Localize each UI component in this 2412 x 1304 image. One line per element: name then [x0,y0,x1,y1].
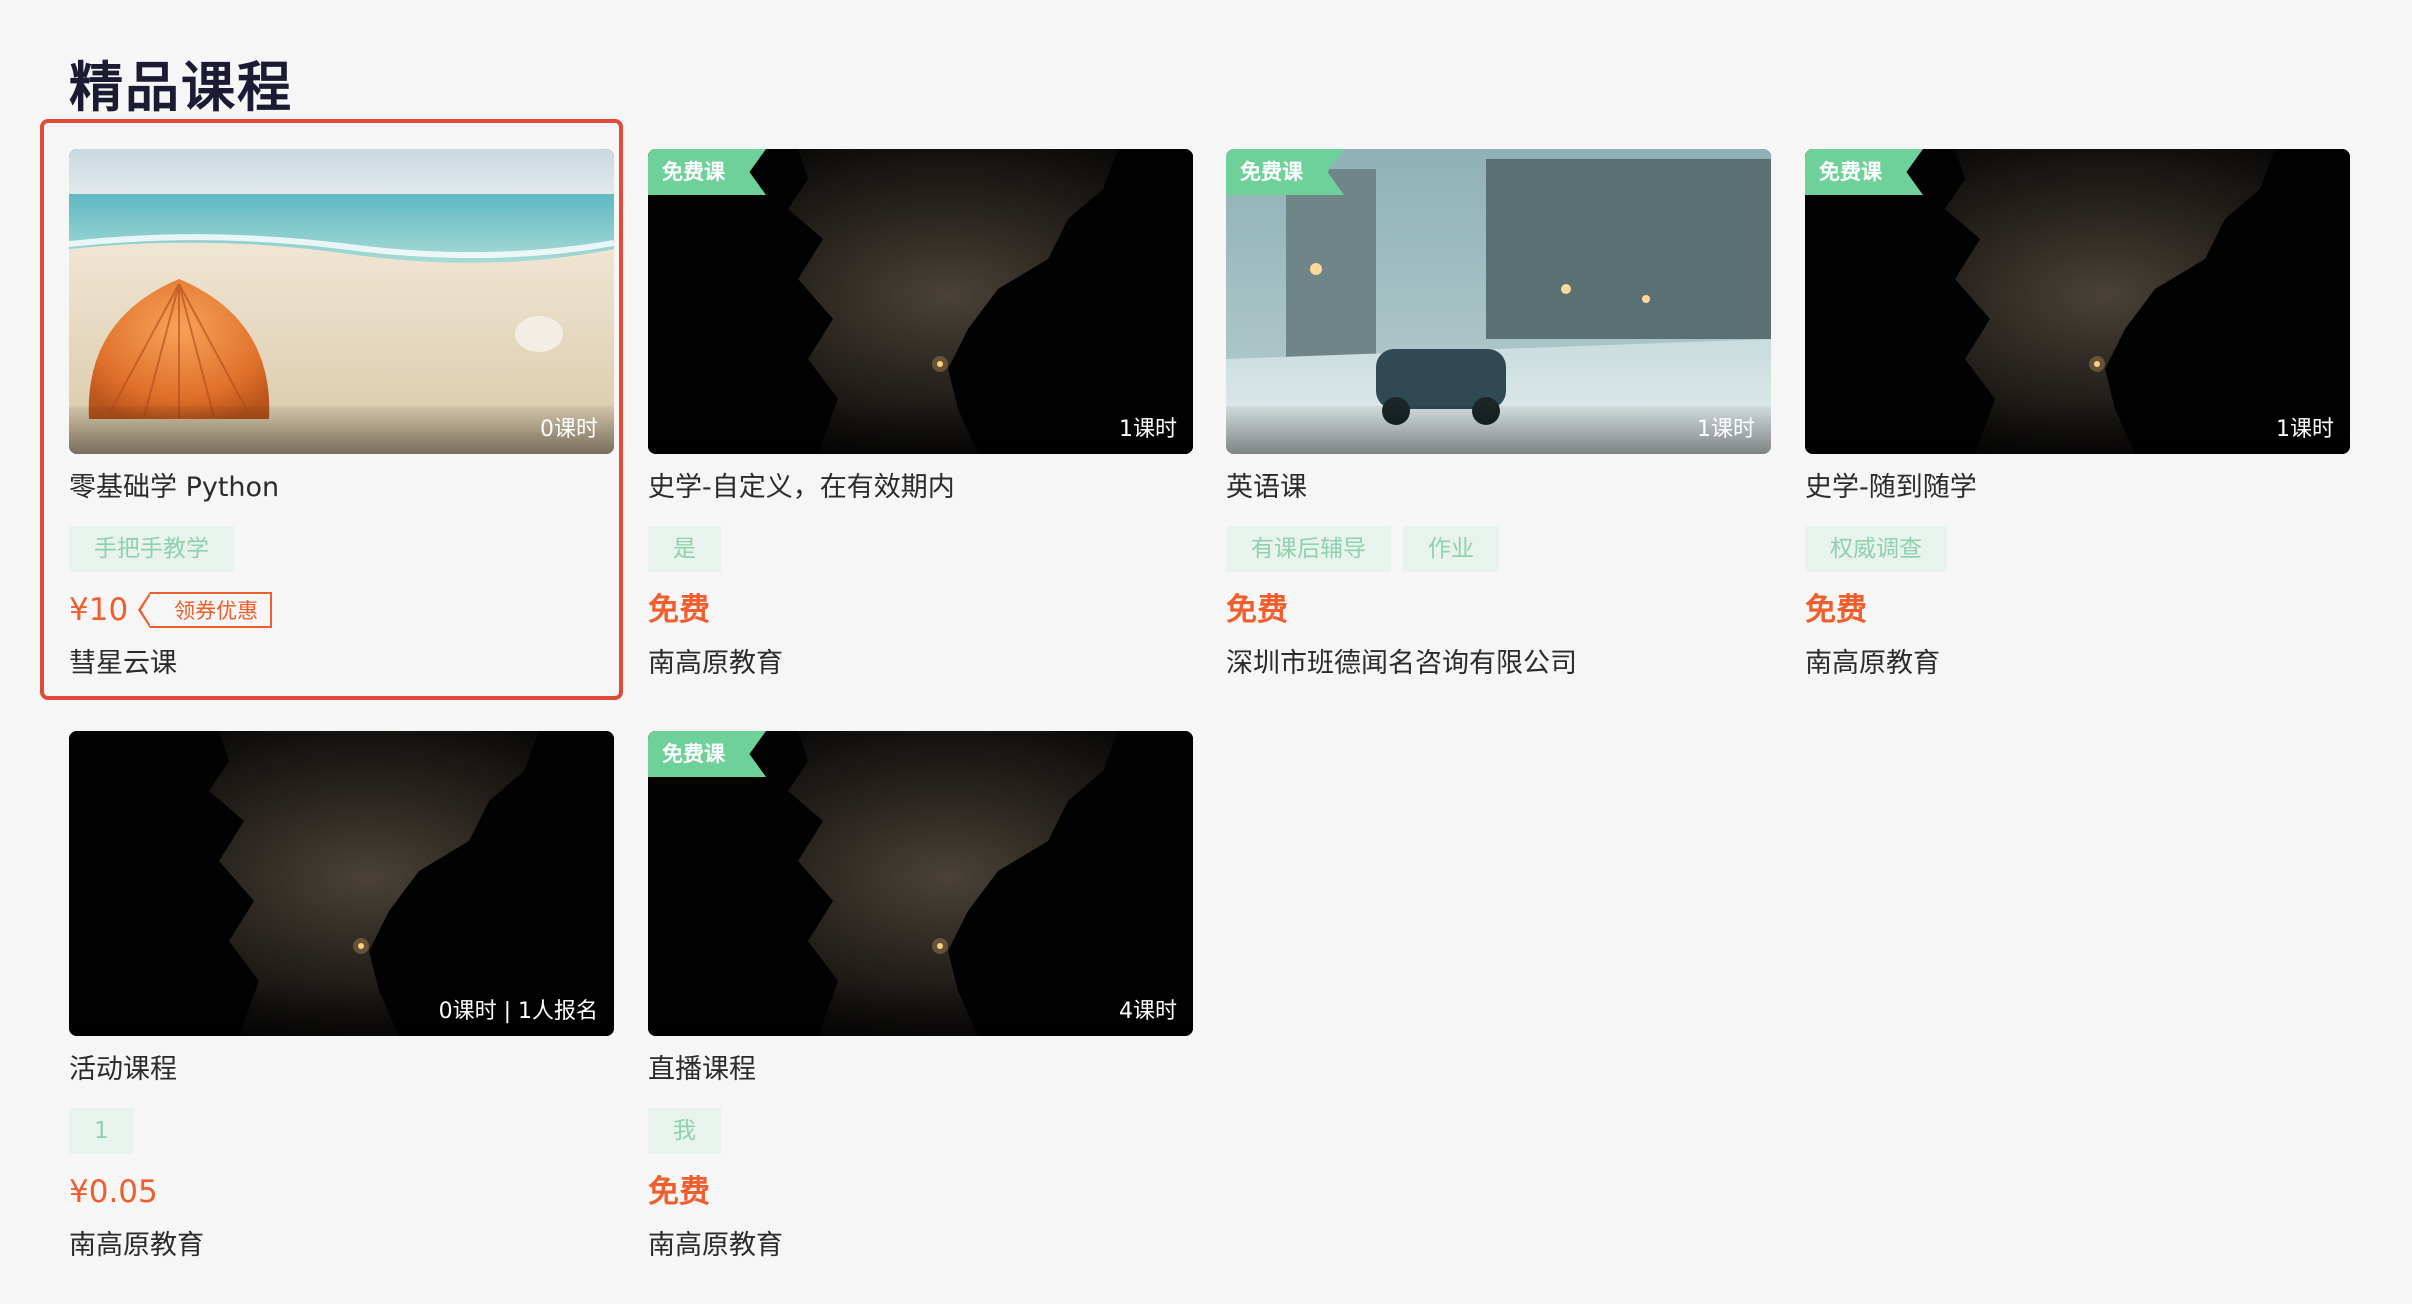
course-cover[interactable]: 4课时 免费课 [648,731,1193,1036]
lesson-count: 1课时 [1697,417,1755,442]
free-course-badge: 免费课 [648,731,766,777]
course-tag: 有课后辅导 [1226,526,1391,572]
course-tags: 手把手教学 [69,526,614,572]
free-course-badge: 免费课 [1805,149,1923,195]
course-card[interactable]: 0课时零基础学 Python 手把手教学 ¥10 领券优惠彗星云课 [40,119,623,700]
price-row: ¥10 领券优惠 [69,588,614,632]
course-provider: 南高原教育 [648,648,783,679]
course-price: 免费 [1226,592,1288,628]
course-title[interactable]: 英语课 [1226,470,1771,506]
coupon-tag[interactable]: 领券优惠 [138,592,273,628]
course-price: ¥10 [69,592,129,628]
course-tags: 是 [648,526,1193,572]
lesson-count: 0课时 | 1人报名 [438,999,598,1024]
course-tag: 作业 [1403,526,1499,572]
cover-footer-overlay [1805,406,2350,454]
lesson-count: 1课时 [2276,417,2334,442]
course-tags: 1 [69,1108,614,1154]
course-card[interactable]: 0课时 | 1人报名活动课程 1 ¥0.05 南高原教育 [69,731,614,1264]
course-tags: 我 [648,1108,1193,1154]
course-tags: 权威调查 [1805,526,2350,572]
cover-footer-overlay [69,406,614,454]
course-title[interactable]: 直播课程 [648,1052,1193,1088]
lesson-count: 4课时 [1119,999,1177,1024]
price-row: 免费 [1805,588,2350,632]
course-provider: 彗星云课 [69,648,177,679]
course-tag: 手把手教学 [69,526,234,572]
course-provider: 深圳市班德闻名咨询有限公司 [1226,648,1577,679]
price-row: 免费 [648,1170,1193,1214]
course-card[interactable]: 4课时 免费课直播课程我免费南高原教育 [648,731,1193,1264]
course-provider: 南高原教育 [1805,648,1940,679]
course-cover[interactable]: 1课时 免费课 [648,149,1193,454]
free-course-badge: 免费课 [1226,149,1344,195]
course-title[interactable]: 零基础学 Python [69,470,614,506]
course-tag: 是 [648,526,721,572]
lesson-count: 0课时 [540,417,598,442]
course-tag: 我 [648,1108,721,1154]
course-cover[interactable]: 0课时 | 1人报名 [69,731,614,1036]
course-tags: 有课后辅导 作业 [1226,526,1771,572]
cover-footer-overlay [648,406,1193,454]
price-row: 免费 [1226,588,1771,632]
cover-footer-overlay [1226,406,1771,454]
course-cover[interactable]: 0课时 [69,149,614,454]
course-tag: 权威调查 [1805,526,1947,572]
course-card[interactable]: 1课时 免费课史学-自定义，在有效期内是免费南高原教育 [648,149,1193,682]
course-cover[interactable]: 1课时 免费课 [1226,149,1771,454]
course-card[interactable]: 1课时 免费课英语课有课后辅导 作业免费深圳市班德闻名咨询有限公司 [1226,149,1771,682]
price-row: ¥0.05 [69,1170,614,1214]
course-tag: 1 [69,1108,134,1154]
course-price: ¥0.05 [69,1174,158,1210]
course-price: 免费 [648,592,710,628]
course-cover[interactable]: 1课时 免费课 [1805,149,2350,454]
course-title[interactable]: 史学-随到随学 [1805,470,2350,506]
course-provider: 南高原教育 [69,1230,204,1261]
section-title: 精品课程 [69,56,293,119]
course-price: 免费 [1805,592,1867,628]
course-title[interactable]: 活动课程 [69,1052,614,1088]
page: 精品课程 0课时 零基础学 Python 手把手教学 ¥10 领券优惠 彗星云课 1课时 免费… [0,0,2412,1304]
course-title[interactable]: 史学-自定义，在有效期内 [648,470,1193,506]
course-provider: 南高原教育 [648,1230,783,1261]
price-row: 免费 [648,588,1193,632]
lesson-count: 1课时 [1119,417,1177,442]
free-course-badge: 免费课 [648,149,766,195]
cover-footer-overlay [648,988,1193,1036]
course-card[interactable]: 1课时 免费课史学-随到随学权威调查免费南高原教育 [1805,149,2350,682]
course-price: 免费 [648,1174,710,1210]
